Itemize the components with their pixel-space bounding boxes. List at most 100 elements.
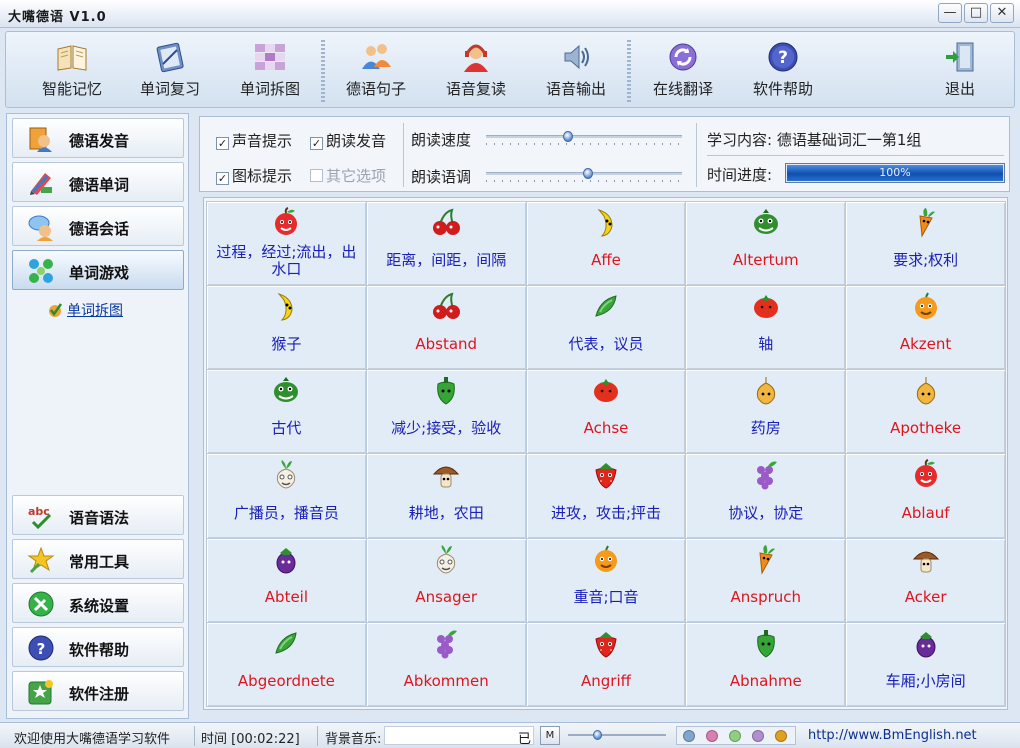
- word-card-text: Affe: [591, 251, 621, 270]
- word-card[interactable]: 耕地，农田: [366, 454, 526, 538]
- study-content: 学习内容: 德语基础词汇一第1组: [707, 129, 921, 150]
- word-card-text: 古代: [271, 419, 302, 438]
- nav-item-label: 德语发音: [69, 132, 130, 150]
- skin-color-dot[interactable]: [775, 730, 787, 742]
- nav-item-pronunciation[interactable]: 德语发音: [12, 118, 184, 158]
- skin-color-dot[interactable]: [752, 730, 764, 742]
- word-card[interactable]: Altertum: [686, 202, 846, 286]
- word-card[interactable]: 减少;接受，验收: [366, 370, 526, 454]
- toolbar-output-button[interactable]: 语音输出: [528, 38, 624, 104]
- svg-text:abc: abc: [28, 505, 50, 518]
- word-card-text: 重音;口音: [573, 587, 639, 606]
- speed-slider[interactable]: [486, 129, 682, 147]
- word-card-text: Achse: [583, 419, 629, 438]
- slider-thumb[interactable]: [563, 131, 574, 142]
- word-card[interactable]: Achse: [526, 370, 686, 454]
- word-card[interactable]: 协议，协定: [686, 454, 846, 538]
- word-card[interactable]: 车厢;小房间: [846, 622, 1005, 706]
- puzzle-grid-icon: [255, 44, 285, 70]
- toolbar-sentence-button[interactable]: 德语句子: [328, 38, 424, 104]
- word-card[interactable]: Abteil: [207, 538, 366, 622]
- tone-slider[interactable]: [486, 166, 682, 184]
- nav-item-register[interactable]: 软件注册: [12, 671, 184, 711]
- nav-item-tools[interactable]: 常用工具: [12, 539, 184, 579]
- word-card[interactable]: 猴子: [207, 286, 366, 370]
- word-card[interactable]: 广播员，播音员: [207, 454, 366, 538]
- onion-icon: [756, 377, 775, 405]
- word-card[interactable]: 古代: [207, 370, 366, 454]
- settings-wrench-icon: [28, 591, 54, 617]
- toolbar-repeat-label: 语音复读: [445, 80, 506, 98]
- left-nav: 德语发音 德语单词 德语会话 单词游戏 单词拆图 abc 语音语法 常用工具 系…: [6, 113, 189, 719]
- nav-item-words[interactable]: 德语单词: [12, 162, 184, 202]
- word-card[interactable]: Affe: [526, 202, 686, 286]
- word-card[interactable]: 代表，议员: [526, 286, 686, 370]
- nav-item-word-game[interactable]: 单词游戏: [12, 250, 184, 290]
- icon-hint-checkbox[interactable]: ✓ 图标提示: [216, 165, 292, 186]
- word-card-text: Abkommen: [403, 671, 489, 690]
- sound-hint-checkbox[interactable]: ✓ 声音提示: [216, 130, 292, 151]
- word-card-text: Anspruch: [730, 587, 802, 606]
- word-card[interactable]: Abkommen: [366, 622, 526, 706]
- minimize-button[interactable]: —: [938, 3, 962, 23]
- toolbar-help-label: 软件帮助: [752, 80, 813, 98]
- register-star-icon: [28, 680, 53, 705]
- speaker-icon: [564, 44, 589, 70]
- music-track-box: 已: [384, 726, 534, 745]
- word-card[interactable]: Anspruch: [686, 538, 846, 622]
- toolbar-puzzle-button[interactable]: 单词拆图: [222, 38, 318, 104]
- word-card[interactable]: Acker: [846, 538, 1005, 622]
- word-card[interactable]: Abnahme: [686, 622, 846, 706]
- read-aloud-checkbox[interactable]: ✓ 朗读发音: [310, 130, 386, 151]
- word-card[interactable]: Apotheke: [846, 370, 1005, 454]
- nav-item-help[interactable]: ? 软件帮助: [12, 627, 184, 667]
- time-progress-label: 时间进度:: [707, 166, 773, 184]
- toolbar-repeat-button[interactable]: 语音复读: [428, 38, 524, 104]
- toolbar-review-button[interactable]: 单词复习: [122, 38, 218, 104]
- word-card[interactable]: Akzent: [846, 286, 1005, 370]
- word-card[interactable]: 过程，经过;流出，出水口: [207, 202, 366, 286]
- close-button[interactable]: ✕: [990, 3, 1014, 23]
- music-toggle-button[interactable]: M: [540, 726, 560, 745]
- nav-item-grammar[interactable]: abc 语音语法: [12, 495, 184, 535]
- word-card[interactable]: 距离，间距，间隔: [366, 202, 526, 286]
- word-card-text: 耕地，农田: [408, 503, 484, 522]
- word-card[interactable]: 重音;口音: [526, 538, 686, 622]
- word-card[interactable]: 进攻，攻击;抨击: [526, 454, 686, 538]
- toolbar-translate-button[interactable]: 在线翻译: [635, 38, 731, 104]
- checkbox-box: ✓: [216, 137, 229, 150]
- mushroom-icon: [912, 551, 939, 573]
- word-card[interactable]: Ablauf: [846, 454, 1005, 538]
- nav-item-conversation[interactable]: 德语会话: [12, 206, 184, 246]
- word-card-text: 猴子: [271, 335, 302, 354]
- word-card[interactable]: Abgeordnete: [207, 622, 366, 706]
- nav-subitem-link[interactable]: 单词拆图: [67, 300, 123, 320]
- word-card[interactable]: 药房: [686, 370, 846, 454]
- carrot-icon: [759, 544, 775, 575]
- word-puzzle-board: 过程，经过;流出，出水口 距离，间距，间隔 Affe Altertum 要求;权利猴子 A…: [203, 197, 1008, 710]
- nav-item-label: 常用工具: [69, 553, 130, 571]
- word-card[interactable]: 要求;权利: [846, 202, 1005, 286]
- skin-color-dot[interactable]: [706, 730, 718, 742]
- word-card[interactable]: Ansager: [366, 538, 526, 622]
- toolbar-memory-button[interactable]: 智能记忆: [24, 38, 120, 104]
- skin-color-dot[interactable]: [729, 730, 741, 742]
- maximize-button[interactable]: □: [964, 3, 988, 23]
- green-pepper-icon: [437, 377, 455, 405]
- volume-slider[interactable]: [568, 729, 666, 741]
- carrot-icon: [919, 208, 935, 238]
- study-content-label: 学习内容:: [707, 131, 773, 149]
- word-card[interactable]: Angriff: [526, 622, 686, 706]
- nav-item-settings[interactable]: 系统设置: [12, 583, 184, 623]
- word-card[interactable]: Abstand: [366, 286, 526, 370]
- slider-thumb[interactable]: [582, 168, 593, 179]
- volume-thumb[interactable]: [593, 730, 603, 740]
- checkbox-label: 朗读发音: [326, 132, 387, 150]
- toolbar-help-button[interactable]: ? 软件帮助: [735, 38, 831, 104]
- word-card[interactable]: 轴: [686, 286, 846, 370]
- skin-color-picker: [676, 726, 796, 745]
- toolbar-exit-button[interactable]: 退出: [912, 38, 1008, 104]
- website-link[interactable]: http://www.BmEnglish.net: [808, 728, 977, 743]
- toolbar-puzzle-label: 单词拆图: [239, 80, 300, 98]
- skin-color-dot[interactable]: [683, 730, 695, 742]
